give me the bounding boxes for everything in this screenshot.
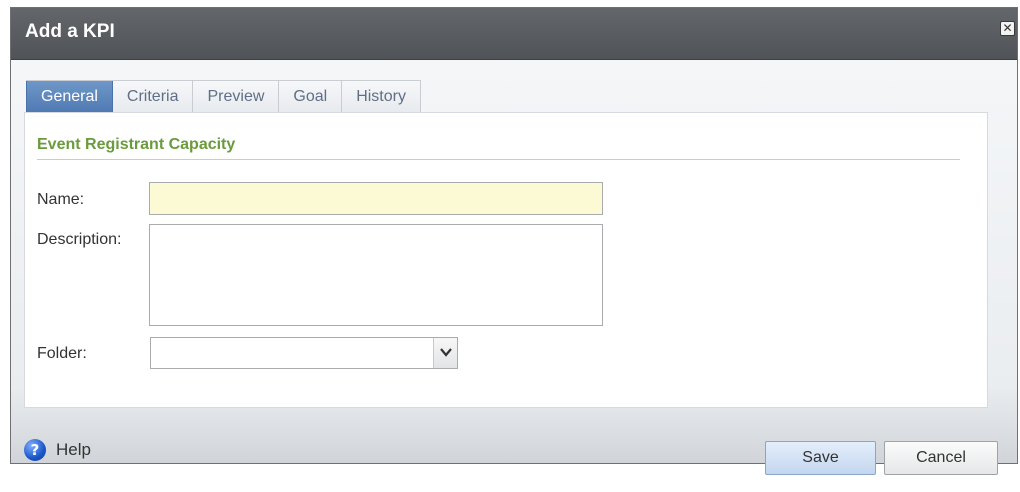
- save-button[interactable]: Save: [765, 441, 876, 475]
- tab-preview[interactable]: Preview: [193, 81, 280, 113]
- folder-label: Folder:: [37, 345, 87, 362]
- dialog-title-bar: Add a KPI ✕: [11, 8, 1017, 60]
- description-label: Description:: [37, 231, 122, 248]
- dropdown-button[interactable]: [433, 338, 457, 368]
- section-title: Event Registrant Capacity: [37, 136, 236, 153]
- chevron-down-icon: [440, 348, 452, 357]
- tab-criteria[interactable]: Criteria: [112, 81, 194, 113]
- tab-general[interactable]: General: [26, 81, 113, 113]
- help-link[interactable]: ? Help: [24, 438, 91, 462]
- close-icon[interactable]: ✕: [1000, 21, 1015, 36]
- description-field[interactable]: [149, 224, 603, 326]
- general-tab-panel: Event Registrant Capacity Name: Descript…: [24, 112, 988, 408]
- tab-strip: General Criteria Preview Goal History: [26, 80, 421, 113]
- folder-dropdown[interactable]: [150, 337, 458, 369]
- section-divider: [37, 159, 960, 160]
- cancel-button[interactable]: Cancel: [884, 441, 998, 475]
- tab-history[interactable]: History: [342, 81, 421, 113]
- dialog-title: Add a KPI: [25, 21, 115, 42]
- question-circle-icon: ?: [24, 439, 46, 461]
- tab-goal[interactable]: Goal: [279, 81, 343, 113]
- help-label: Help: [56, 440, 91, 459]
- name-field[interactable]: [149, 182, 603, 215]
- name-label: Name:: [37, 191, 85, 208]
